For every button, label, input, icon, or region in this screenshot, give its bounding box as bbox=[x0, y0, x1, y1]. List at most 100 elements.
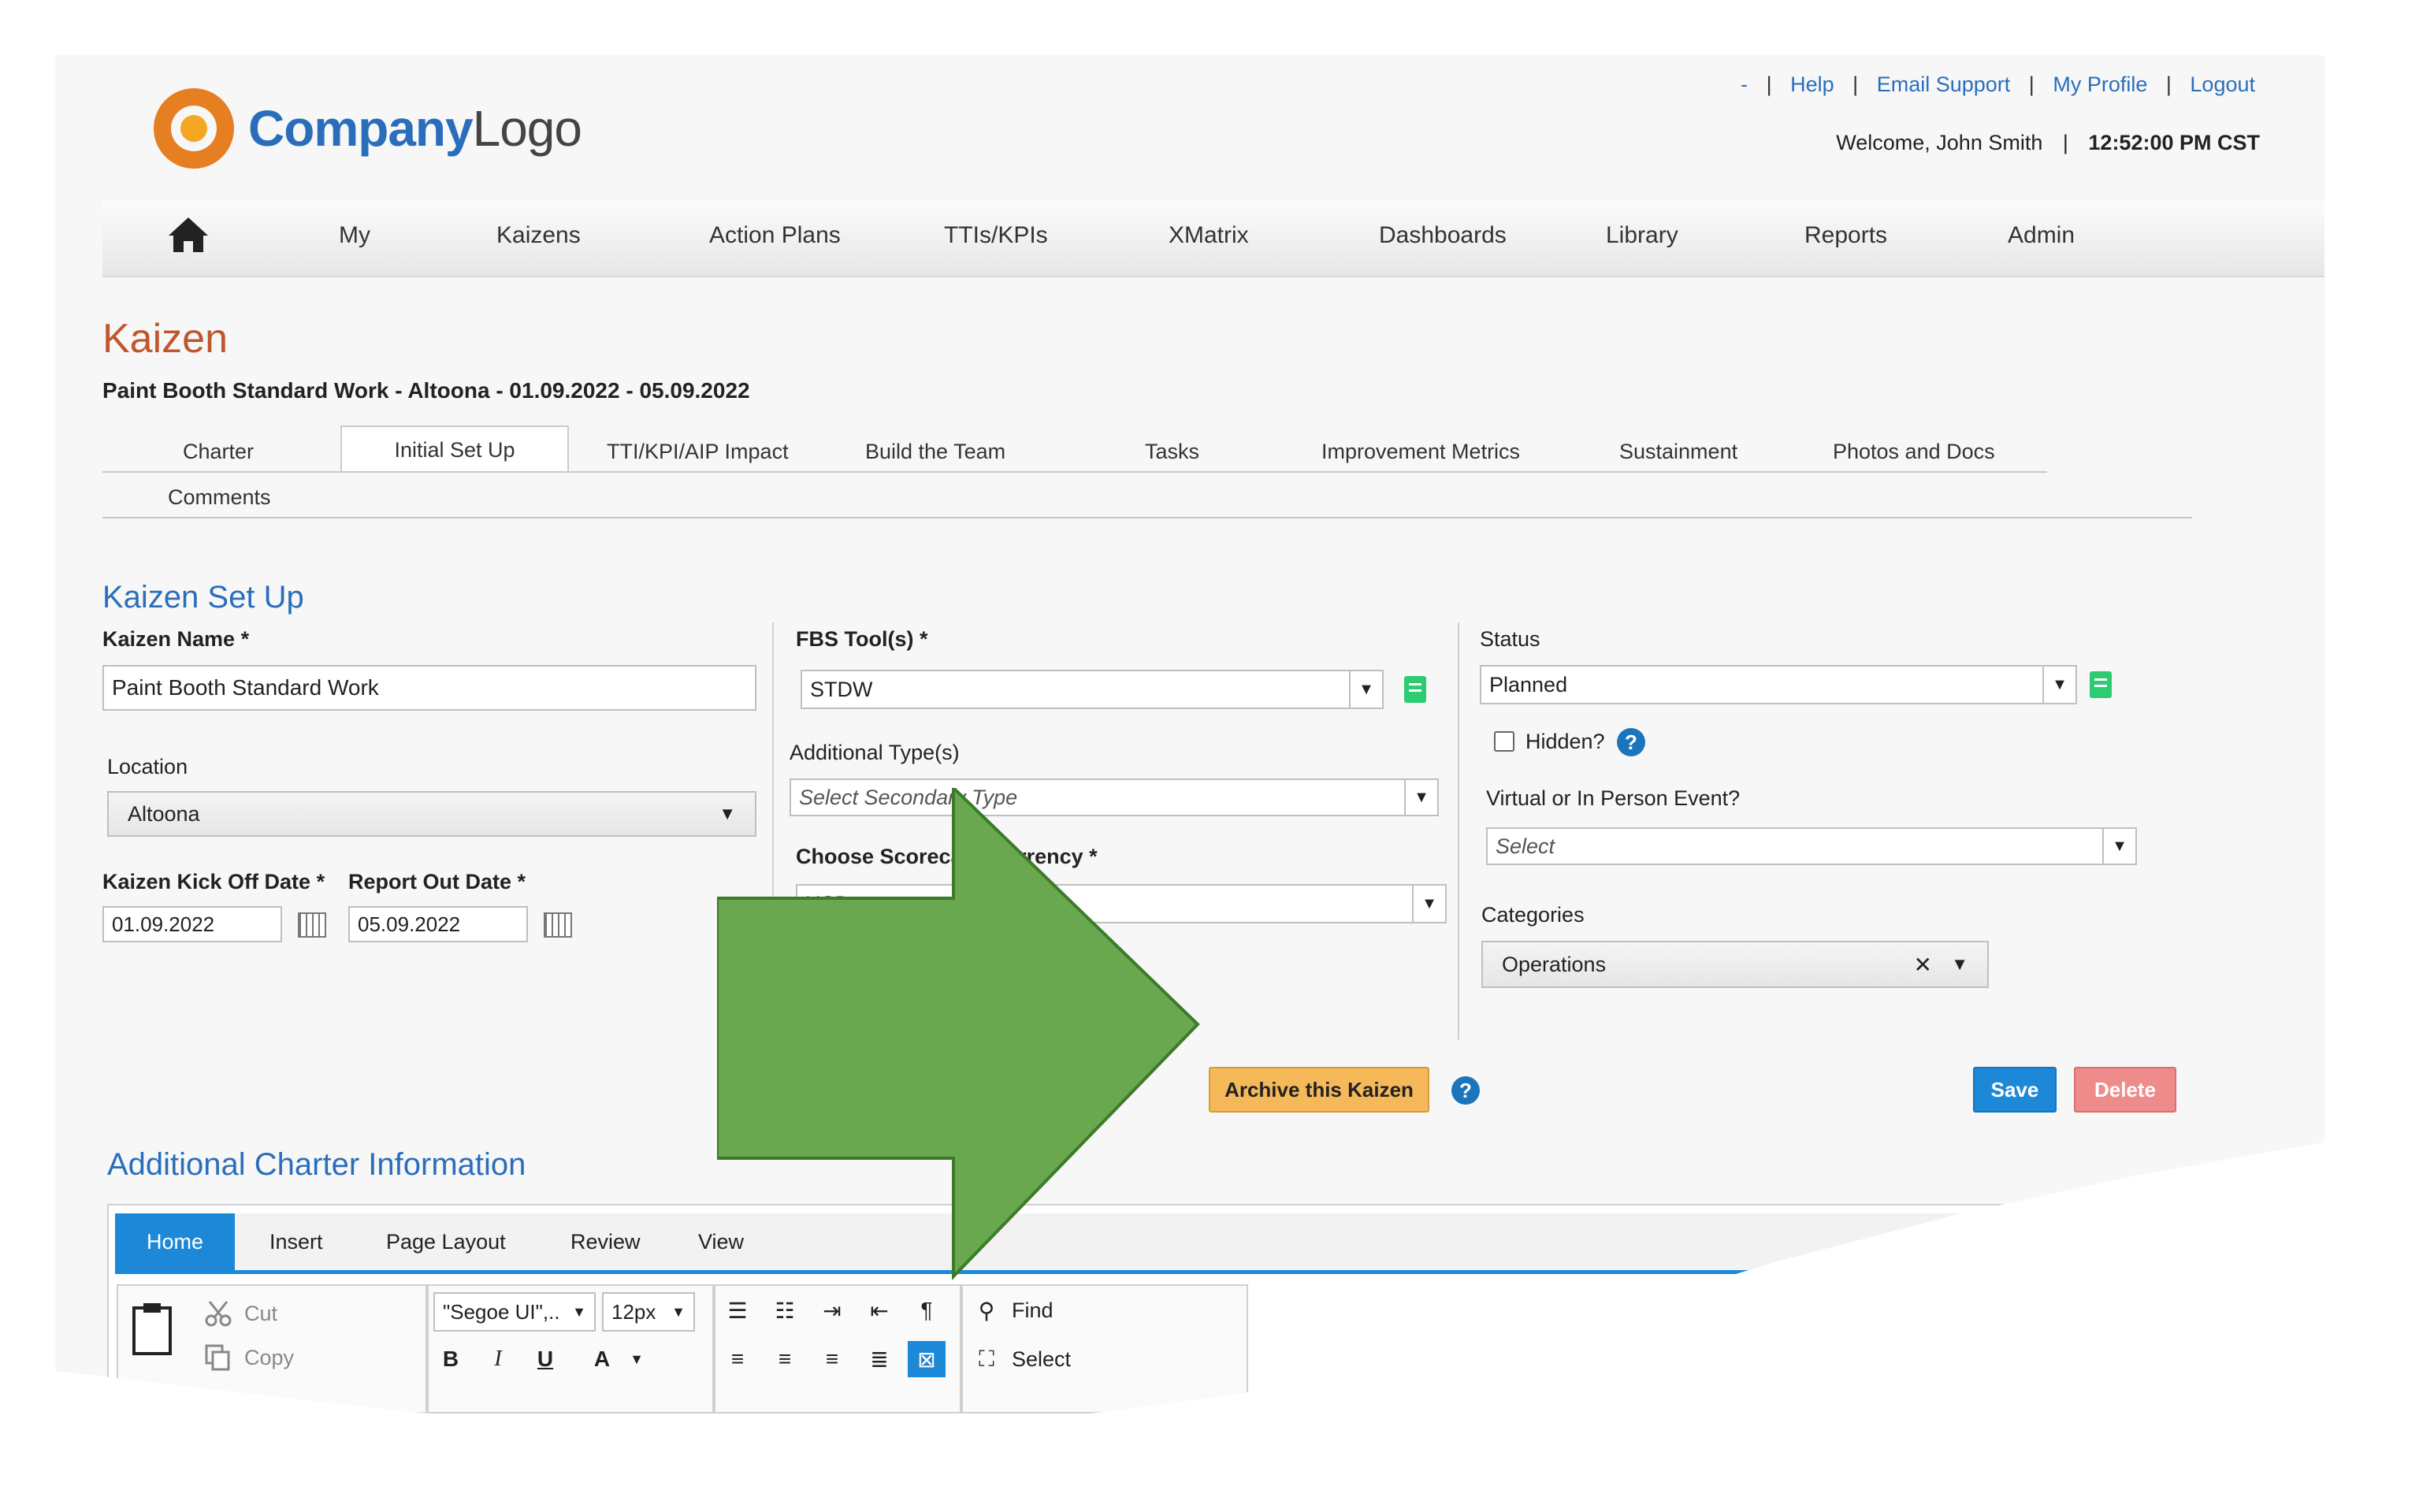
hidden-label: Hidden? bbox=[1525, 730, 1605, 753]
kaizen-name-label: Kaizen Name * bbox=[102, 627, 250, 651]
bold-button[interactable]: B bbox=[432, 1341, 470, 1377]
outdent-icon[interactable]: ⇤ bbox=[860, 1292, 898, 1328]
chevron-down-icon[interactable]: ▼ bbox=[618, 1341, 656, 1377]
ribbon-tab-page-layout[interactable]: Page Layout bbox=[364, 1213, 528, 1270]
report-out-date-input[interactable]: 05.09.2022 bbox=[348, 906, 528, 942]
ribbon-tab-review[interactable]: Review bbox=[548, 1213, 663, 1270]
help-icon[interactable]: ? bbox=[1451, 1076, 1480, 1105]
kaizen-setup-title: Kaizen Set Up bbox=[102, 580, 304, 615]
hidden-checkbox[interactable] bbox=[1494, 731, 1514, 752]
nav-action-plans[interactable]: Action Plans bbox=[709, 222, 841, 249]
status-select[interactable]: Planned ▼ bbox=[1480, 665, 2077, 704]
kickoff-date-label: Kaizen Kick Off Date * bbox=[102, 870, 325, 893]
list-icon[interactable] bbox=[1404, 676, 1426, 703]
virtual-event-placeholder: Select bbox=[1496, 834, 1555, 858]
select-label[interactable]: Select bbox=[1012, 1347, 1071, 1372]
additional-types-label: Additional Type(s) bbox=[790, 741, 960, 764]
tab-build-the-team[interactable]: Build the Team bbox=[865, 440, 1005, 464]
additional-charter-title: Additional Charter Information bbox=[107, 1147, 526, 1182]
tabs-divider-2 bbox=[102, 517, 2192, 518]
nav-admin[interactable]: Admin bbox=[2008, 222, 2075, 249]
clear-format-icon[interactable]: ⊠ bbox=[908, 1341, 946, 1377]
nav-dashboards[interactable]: Dashboards bbox=[1379, 222, 1507, 249]
nav-library[interactable]: Library bbox=[1606, 222, 1678, 249]
save-button[interactable]: Save bbox=[1973, 1067, 2057, 1113]
kickoff-date-input[interactable]: 01.09.2022 bbox=[102, 906, 282, 942]
font-family-value: "Segoe UI",.. bbox=[443, 1299, 560, 1324]
paste-icon[interactable] bbox=[131, 1302, 173, 1357]
cut-label[interactable]: Cut bbox=[244, 1302, 277, 1326]
logout-link[interactable]: Logout bbox=[2190, 72, 2255, 96]
copy-label[interactable]: Copy bbox=[244, 1346, 294, 1370]
welcome-text: Welcome, John Smith bbox=[1836, 131, 2043, 154]
paragraph-group: ☰ ☷ ⇥ ⇤ ¶ ≡ ≡ ≡ ≣ ⊠ bbox=[714, 1284, 961, 1414]
bullet-list-icon[interactable]: ☰ bbox=[719, 1292, 756, 1328]
kaizen-name-input[interactable]: Paint Booth Standard Work bbox=[102, 665, 756, 711]
fbs-tools-select[interactable]: STDW ▼ bbox=[801, 670, 1384, 709]
tab-tti-kpi-aip-impact[interactable]: TTI/KPI/AIP Impact bbox=[607, 440, 789, 464]
kaizen-subtitle: Paint Booth Standard Work - Altoona - 01… bbox=[102, 378, 750, 403]
archive-kaizen-button[interactable]: Archive this Kaizen bbox=[1209, 1067, 1429, 1113]
close-icon[interactable]: ✕ bbox=[1914, 952, 1932, 978]
scissors-icon[interactable] bbox=[205, 1300, 232, 1327]
help-icon[interactable]: ? bbox=[1617, 728, 1645, 756]
clock-time: 12:52:00 PM CST bbox=[2088, 131, 2260, 154]
email-support-link[interactable]: Email Support bbox=[1877, 72, 2011, 96]
find-label[interactable]: Find bbox=[1012, 1298, 1053, 1323]
select-all-icon[interactable]: ⛶ bbox=[968, 1341, 1005, 1377]
calendar-icon[interactable] bbox=[298, 912, 326, 938]
italic-button[interactable]: I bbox=[479, 1341, 517, 1377]
virtual-event-select[interactable]: Select ▼ bbox=[1486, 827, 2137, 865]
chevron-down-icon: ▼ bbox=[2102, 829, 2135, 864]
page-title: Kaizen bbox=[102, 316, 228, 362]
chevron-down-icon: ▼ bbox=[1412, 886, 1445, 922]
tab-photos-and-docs[interactable]: Photos and Docs bbox=[1833, 440, 1995, 464]
main-nav: My Kaizens Action Plans TTIs/KPIs XMatri… bbox=[102, 200, 2324, 277]
fbs-tools-value: STDW bbox=[810, 677, 873, 701]
font-color-button[interactable]: A bbox=[583, 1341, 621, 1377]
location-select[interactable]: Altoona ▼ bbox=[107, 791, 756, 837]
tab-charter[interactable]: Charter bbox=[183, 440, 254, 464]
arrow-right-icon bbox=[717, 788, 1200, 1280]
nav-ttis-kpis[interactable]: TTIs/KPIs bbox=[944, 222, 1048, 249]
align-center-icon[interactable]: ≡ bbox=[766, 1341, 804, 1377]
tab-comments[interactable]: Comments bbox=[168, 485, 271, 510]
chevron-down-icon: ▼ bbox=[1349, 671, 1382, 708]
fbs-tools-label: FBS Tool(s) * bbox=[796, 627, 928, 651]
align-right-icon[interactable]: ≡ bbox=[813, 1341, 851, 1377]
underline-button[interactable]: U bbox=[526, 1341, 564, 1377]
categories-label: Categories bbox=[1481, 903, 1585, 927]
nav-my[interactable]: My bbox=[339, 222, 370, 249]
company-logo[interactable]: CompanyLogo bbox=[154, 88, 582, 169]
paragraph-mark-icon[interactable]: ¶ bbox=[908, 1292, 946, 1328]
indent-icon[interactable]: ⇥ bbox=[813, 1292, 851, 1328]
location-value: Altoona bbox=[128, 801, 200, 826]
list-icon[interactable] bbox=[2090, 671, 2112, 698]
help-link[interactable]: Help bbox=[1790, 72, 1834, 96]
font-family-select[interactable]: "Segoe UI",.. ▼ bbox=[433, 1292, 596, 1332]
categories-select[interactable]: Operations ✕ ▼ bbox=[1481, 941, 1989, 988]
nav-xmatrix[interactable]: XMatrix bbox=[1169, 222, 1249, 249]
justify-icon[interactable]: ≣ bbox=[860, 1341, 898, 1377]
align-left-icon[interactable]: ≡ bbox=[719, 1341, 756, 1377]
top-link-dash: - bbox=[1741, 72, 1748, 96]
my-profile-link[interactable]: My Profile bbox=[2053, 72, 2147, 96]
virtual-event-label: Virtual or In Person Event? bbox=[1486, 786, 1741, 810]
binoculars-icon[interactable]: ⚲ bbox=[968, 1292, 1005, 1328]
calendar-icon[interactable] bbox=[544, 912, 572, 938]
numbered-list-icon[interactable]: ☷ bbox=[766, 1292, 804, 1328]
welcome-bar: Welcome, John Smith | 12:52:00 PM CST bbox=[1836, 131, 2260, 154]
copy-icon[interactable] bbox=[205, 1344, 232, 1371]
font-size-select[interactable]: 12px ▼ bbox=[602, 1292, 695, 1332]
tab-improvement-metrics[interactable]: Improvement Metrics bbox=[1321, 440, 1520, 464]
nav-kaizens[interactable]: Kaizens bbox=[496, 222, 581, 249]
home-icon[interactable] bbox=[165, 214, 211, 255]
tab-sustainment[interactable]: Sustainment bbox=[1619, 440, 1737, 464]
delete-button[interactable]: Delete bbox=[2074, 1067, 2176, 1113]
nav-reports[interactable]: Reports bbox=[1804, 222, 1887, 249]
report-out-date-label: Report Out Date * bbox=[348, 870, 526, 893]
ribbon-tab-home[interactable]: Home bbox=[115, 1213, 235, 1270]
ribbon-tab-insert[interactable]: Insert bbox=[247, 1213, 345, 1270]
tab-initial-set-up[interactable]: Initial Set Up bbox=[340, 425, 569, 473]
tab-tasks[interactable]: Tasks bbox=[1145, 440, 1199, 464]
